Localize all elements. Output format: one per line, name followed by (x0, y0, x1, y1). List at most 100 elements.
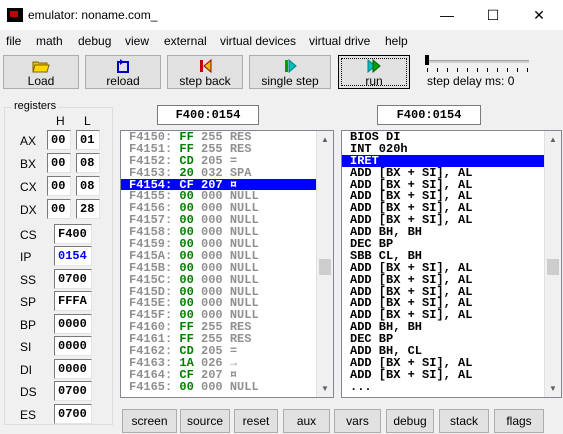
single-step-icon (285, 59, 297, 73)
disassembly-row[interactable]: ADD [BX + SI], AL (342, 369, 544, 381)
disassembly-row[interactable]: SBB CL, BH (342, 250, 544, 262)
slider-tick (447, 68, 448, 72)
scroll-up-icon[interactable]: ▲ (545, 131, 561, 148)
maximize-button[interactable]: ☐ (470, 0, 516, 30)
reg-ss-label: SS (20, 273, 37, 287)
step-delay-slider[interactable] (427, 60, 529, 63)
title-bar: emulator: noname.com_ — ☐ ✕ (0, 0, 563, 30)
menu-external[interactable]: external (164, 34, 207, 48)
run-icon (367, 59, 381, 73)
memory-row-decimal: 000 (201, 379, 223, 394)
scroll-down-icon[interactable]: ▼ (317, 380, 333, 397)
menu-bar: file math debug view external virtual de… (0, 31, 563, 51)
step-delay-slider-thumb[interactable] (425, 55, 429, 65)
reg-ss-value[interactable]: 0700 (54, 269, 92, 289)
stack-button[interactable]: stack (439, 409, 489, 433)
reg-dx-low[interactable]: 28 (76, 199, 100, 219)
disassembly-scrollbar[interactable]: ▲ ▼ (544, 131, 561, 397)
reg-ds-label: DS (20, 385, 37, 399)
reg-sp-value[interactable]: FFFA (54, 291, 92, 311)
reg-bp-value[interactable]: 0000 (54, 314, 92, 334)
reg-di-label: DI (20, 363, 32, 377)
screen-button[interactable]: screen (122, 409, 177, 433)
memory-row[interactable]: F4165: 00 000 NULL (121, 381, 316, 393)
menu-file[interactable]: file (6, 34, 21, 48)
minimize-button[interactable]: — (424, 0, 470, 30)
reg-cx-low[interactable]: 08 (76, 176, 100, 196)
memory-row-hex: 00 (179, 379, 194, 394)
reg-bx-low[interactable]: 08 (76, 153, 100, 173)
reset-button[interactable]: reset (234, 409, 278, 433)
close-button[interactable]: ✕ (516, 0, 562, 30)
slider-tick (497, 68, 498, 72)
reg-es-value[interactable]: 0700 (54, 404, 92, 424)
disassembly-row[interactable]: ADD [BX + SI], AL (342, 167, 544, 179)
aux-button[interactable]: aux (283, 409, 330, 433)
slider-tick (437, 68, 438, 72)
memory-list[interactable]: F4150: FF 255 RES F4151: FF 255 RES F4152:… (120, 130, 334, 398)
memory-rows: F4150: FF 255 RES F4151: FF 255 RES F4152:… (121, 131, 316, 393)
reg-cs-label: CS (20, 228, 37, 242)
reg-ds-value[interactable]: 0700 (54, 381, 92, 401)
slider-tick (477, 68, 478, 72)
disassembly-scroll-thumb[interactable] (547, 259, 559, 275)
flags-button[interactable]: flags (494, 409, 544, 433)
reg-cx-label: CX (20, 180, 37, 194)
step-back-label: step back (179, 74, 231, 88)
reload-label: reload (106, 74, 140, 88)
folder-icon (32, 61, 50, 73)
reg-si-label: SI (20, 340, 32, 354)
slider-tick (517, 68, 518, 72)
disassembly-row[interactable]: ... (342, 381, 544, 393)
reg-ax-high[interactable]: 00 (47, 130, 71, 150)
reg-ip-value[interactable]: 0154 (54, 246, 92, 266)
memory-address-field[interactable]: F400:0154 (157, 105, 259, 125)
scroll-down-icon[interactable]: ▼ (545, 380, 561, 397)
disassembly-rows: BIOS DI INT 020h IRET ADD [BX + SI], AL ADD … (342, 131, 544, 393)
step-back-button[interactable]: step back (167, 55, 243, 89)
reload-icon (117, 59, 129, 73)
disassembly-row[interactable]: ADD [BX + SI], AL (342, 262, 544, 274)
memory-scroll-thumb[interactable] (319, 259, 331, 275)
menu-debug[interactable]: debug (78, 34, 111, 48)
menu-view[interactable]: view (125, 34, 149, 48)
reg-cx-high[interactable]: 00 (47, 176, 71, 196)
menu-math[interactable]: math (36, 34, 63, 48)
disassembly-row[interactable]: INT 020h (342, 143, 544, 155)
disassembly-list[interactable]: BIOS DI INT 020h IRET ADD [BX + SI], AL ADD … (341, 130, 562, 398)
menu-virtual-devices[interactable]: virtual devices (220, 34, 296, 48)
menu-help[interactable]: help (385, 34, 408, 48)
scroll-up-icon[interactable]: ▲ (317, 131, 333, 148)
reg-si-value[interactable]: 0000 (54, 336, 92, 356)
run-label: run (365, 74, 383, 88)
reg-bx-high[interactable]: 00 (47, 153, 71, 173)
reg-sp-label: SP (20, 295, 37, 309)
reg-dx-label: DX (20, 203, 37, 217)
disassembly-row[interactable]: IRET (342, 154, 544, 167)
single-step-label: single step (261, 74, 319, 88)
reg-ax-label: AX (20, 134, 37, 148)
step-back-icon (200, 59, 212, 73)
reg-di-value[interactable]: 0000 (54, 359, 92, 379)
debug-button[interactable]: debug (386, 409, 434, 433)
high-byte-label: H (56, 114, 65, 128)
run-button[interactable]: run (338, 55, 410, 89)
slider-tick (457, 68, 458, 72)
reg-ip-label: IP (20, 250, 32, 264)
disassembly-row[interactable]: ADD [BX + SI], AL (342, 274, 544, 286)
menu-virtual-drive[interactable]: virtual drive (309, 34, 370, 48)
single-step-button[interactable]: single step (249, 55, 331, 89)
source-button[interactable]: source (180, 409, 230, 433)
load-button[interactable]: Load (3, 55, 79, 89)
reload-button[interactable]: reload (85, 55, 161, 89)
memory-scrollbar[interactable]: ▲ ▼ (316, 131, 333, 397)
vars-button[interactable]: vars (334, 409, 381, 433)
memory-row-address: F4165: (129, 379, 173, 394)
window-title: emulator: noname.com_ (28, 8, 158, 22)
app-icon (7, 8, 23, 22)
reg-cs-value[interactable]: F400 (54, 224, 92, 244)
reg-dx-high[interactable]: 00 (47, 199, 71, 219)
slider-tick (527, 68, 528, 72)
reg-ax-low[interactable]: 01 (76, 130, 100, 150)
disassembly-address-field[interactable]: F400:0154 (377, 105, 481, 125)
